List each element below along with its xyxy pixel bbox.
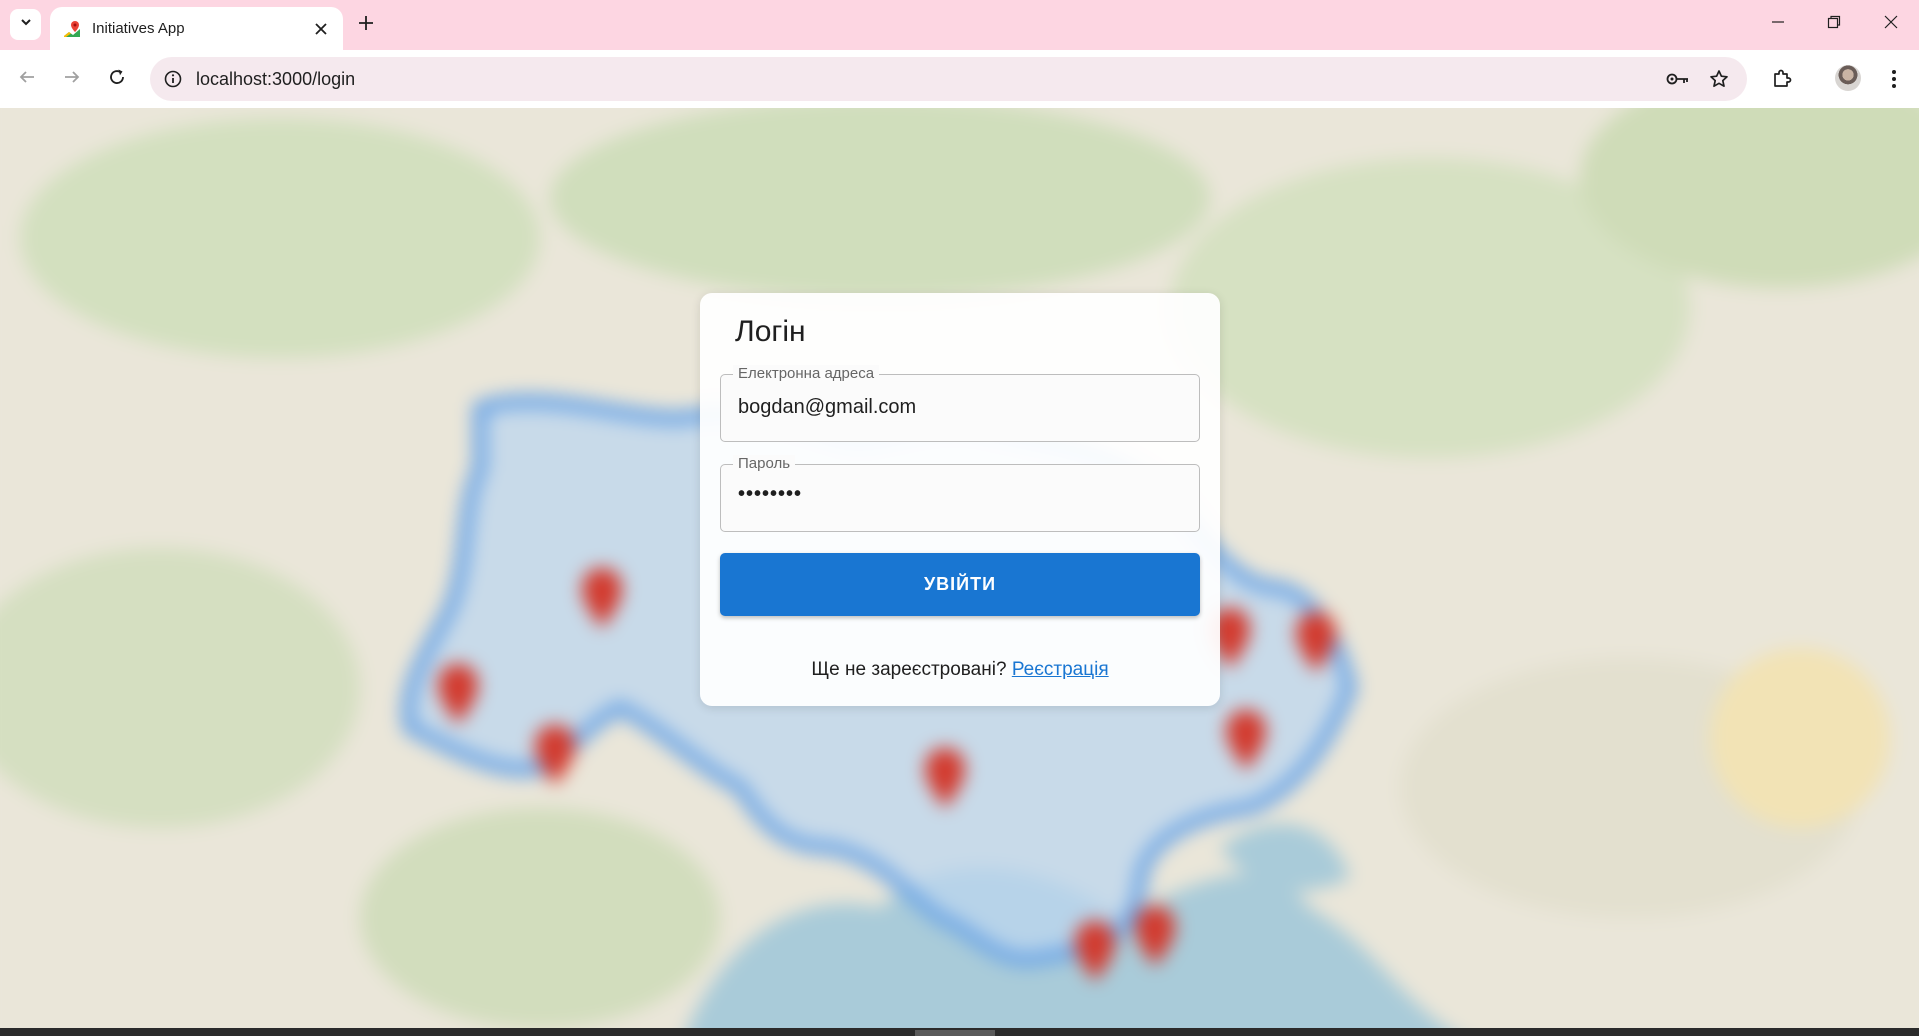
active-tab[interactable]: Initiatives App <box>50 7 343 50</box>
reload-icon <box>108 68 126 91</box>
arrow-left-icon <box>18 68 36 91</box>
address-bar[interactable]: localhost:3000/login <box>150 57 1747 101</box>
login-card: Логін Електронна адреса bogdan@gmail.com… <box>700 293 1220 706</box>
password-field[interactable]: Пароль •••••••• <box>720 455 1200 532</box>
info-icon[interactable] <box>158 64 188 94</box>
tab-strip: Initiatives App <box>0 0 1919 50</box>
scroll-thumb[interactable] <box>915 1030 995 1036</box>
tab-list-button[interactable] <box>10 9 41 40</box>
login-title: Логін <box>735 315 806 348</box>
chevron-down-icon <box>19 15 33 34</box>
puzzle-icon[interactable] <box>1766 63 1798 95</box>
login-button[interactable]: УВІЙТИ <box>720 553 1200 616</box>
close-window-icon <box>1884 15 1898 34</box>
minimize-button[interactable] <box>1750 0 1806 48</box>
register-row: Ще не зареєстровані? Реєстрація <box>700 659 1220 681</box>
key-icon[interactable] <box>1664 65 1692 93</box>
star-icon[interactable] <box>1705 65 1733 93</box>
reload-button[interactable] <box>99 61 135 97</box>
kebab-menu-icon[interactable] <box>1878 63 1910 95</box>
register-link[interactable]: Реєстрація <box>1012 659 1109 680</box>
new-tab-button[interactable] <box>352 11 380 39</box>
plus-icon <box>358 15 374 36</box>
tab-title: Initiatives App <box>92 20 185 37</box>
email-label: Електронна адреса <box>733 365 880 383</box>
back-button[interactable] <box>9 61 45 97</box>
restore-icon <box>1827 15 1841 34</box>
email-value[interactable]: bogdan@gmail.com <box>738 396 916 419</box>
password-label: Пароль <box>733 455 796 473</box>
register-prompt: Ще не зареєстровані? <box>811 659 1007 680</box>
url-text[interactable]: localhost:3000/login <box>196 69 355 90</box>
close-icon[interactable] <box>309 17 333 41</box>
profile-avatar[interactable] <box>1835 65 1861 91</box>
restore-button[interactable] <box>1806 0 1862 48</box>
minimize-icon <box>1771 15 1785 34</box>
close-window-button[interactable] <box>1863 0 1919 48</box>
forward-button[interactable] <box>54 61 90 97</box>
email-field[interactable]: Електронна адреса bogdan@gmail.com <box>720 365 1200 442</box>
arrow-right-icon <box>63 68 81 91</box>
browser-window: Initiatives App localhost:3000/login Лог… <box>0 0 1919 1036</box>
browser-toolbar: localhost:3000/login <box>0 50 1919 108</box>
password-value[interactable]: •••••••• <box>738 483 802 506</box>
map-pin-favicon-icon <box>62 19 82 39</box>
